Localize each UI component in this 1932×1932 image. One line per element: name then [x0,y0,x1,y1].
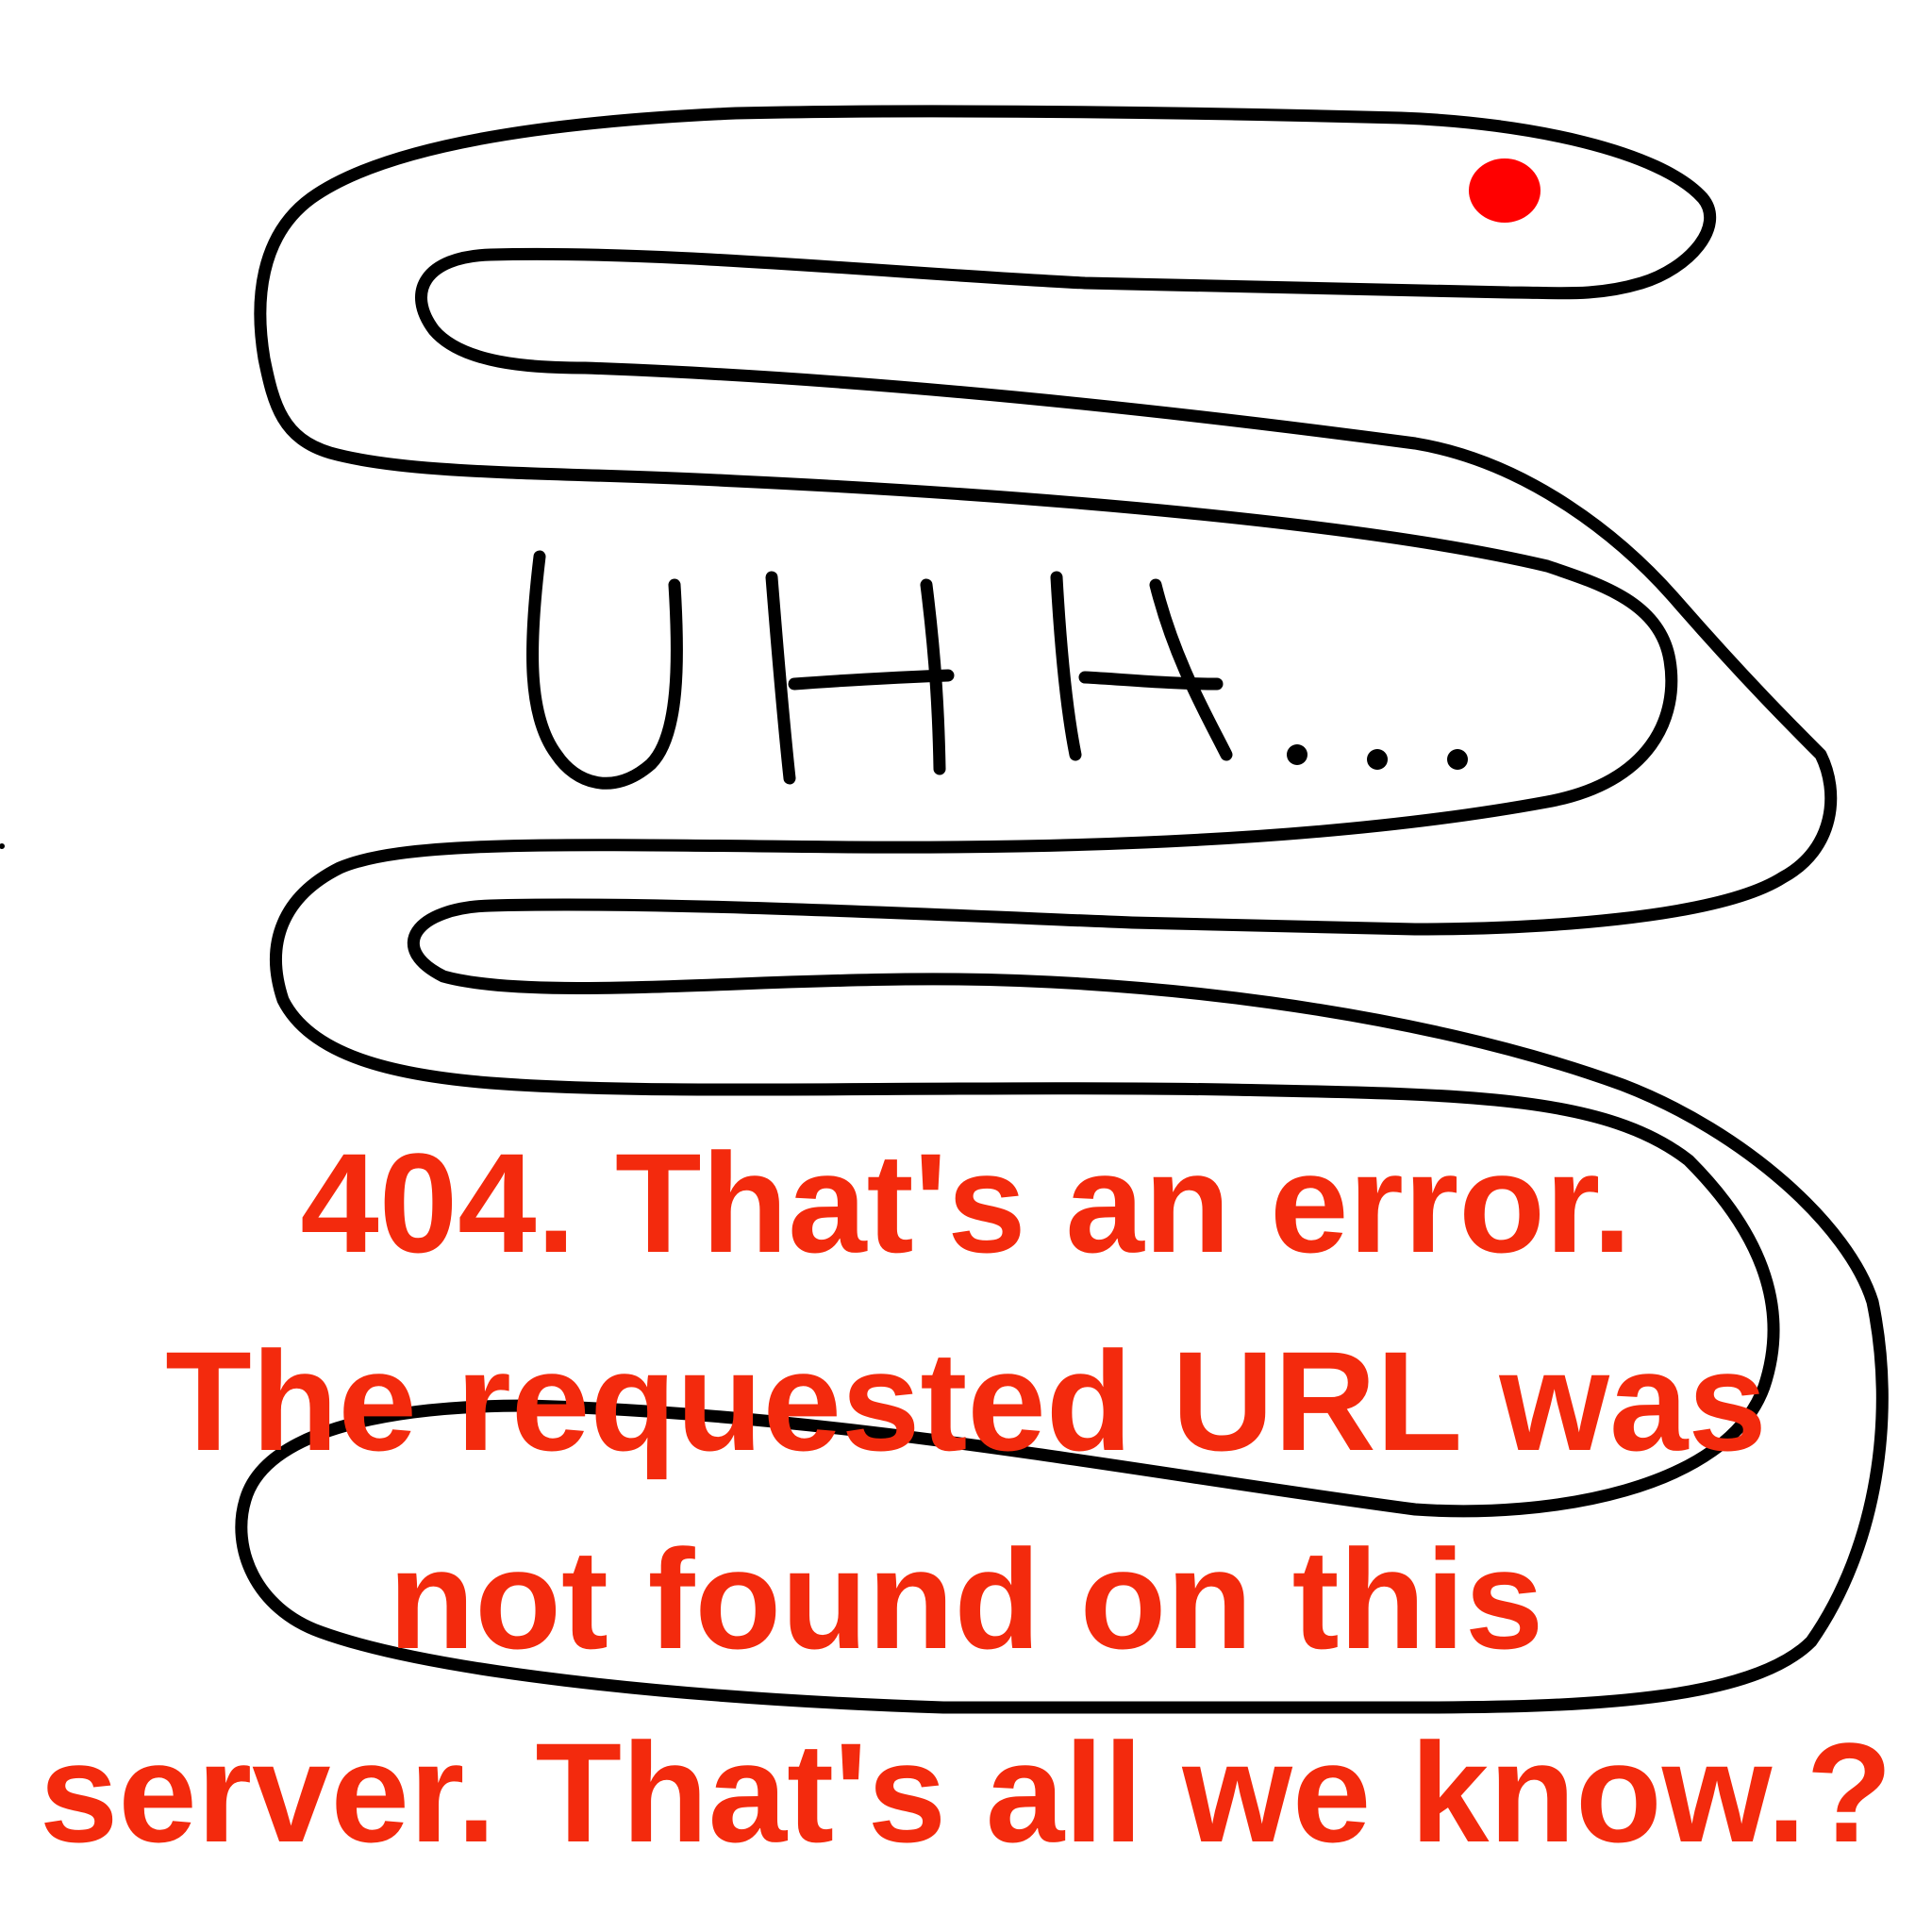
dot-3 [1447,749,1468,770]
dot-1 [1287,744,1307,765]
letter-h1-bar-stroke [788,669,955,691]
letter-u-stroke [526,550,683,790]
error-message-line-2: The requested URL was [165,1322,1767,1480]
letter-h1-left-stroke [765,571,796,785]
handwritten-uhh [526,550,1468,790]
error-message-line-4: server. That's all we know.? [39,1713,1893,1872]
error-message-line-1: 404. That's an error. [300,1124,1632,1282]
letter-h2-bar-stroke [1078,671,1224,691]
dot-2 [1367,749,1388,770]
error-message-line-3: not found on this [388,1520,1544,1678]
letter-h2-right-stroke [1149,578,1233,761]
snake-eye [1469,158,1541,223]
stray-mark [0,843,5,849]
letter-h2-left-stroke [1050,571,1082,761]
